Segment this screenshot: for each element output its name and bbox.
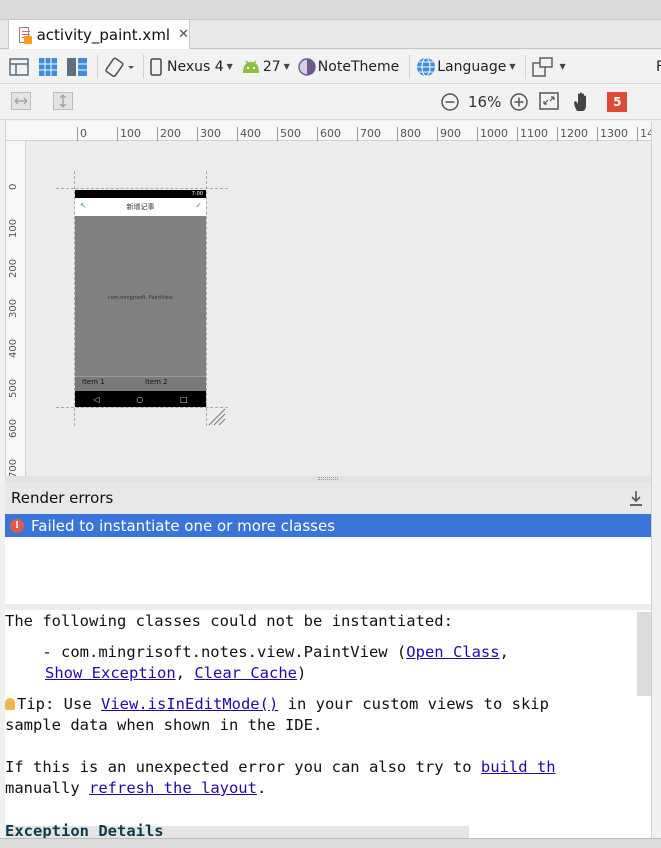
layout-toolbar: Nexus 4 ▼ 27 ▼ NoteTheme Language ▼ ▼ F xyxy=(0,50,661,84)
error-message: Failed to instantiate one or more classe… xyxy=(31,516,336,535)
design-and-blueprint-icon[interactable] xyxy=(66,56,88,78)
lightbulb-icon xyxy=(5,698,15,710)
layout-variants-icon xyxy=(532,56,554,77)
globe-icon xyxy=(417,57,436,76)
warnings-badge[interactable]: 5 xyxy=(607,92,628,112)
phone-icon xyxy=(150,57,162,76)
build-link[interactable]: build th xyxy=(481,758,556,776)
error-line-1: The following classes could not be insta… xyxy=(5,612,453,630)
device-title: 新增记事 xyxy=(126,203,155,211)
tab-close-icon[interactable]: ✕ xyxy=(178,27,189,42)
hint-line-1: If this is an unexpected error you can a… xyxy=(5,758,556,776)
zoom-in-icon[interactable] xyxy=(509,92,529,112)
hint-line-2: manually refresh the layout. xyxy=(5,779,267,797)
panel-header: Render errors xyxy=(5,482,651,514)
guide-line xyxy=(56,407,228,408)
download-icon[interactable] xyxy=(629,489,643,507)
tip-line-2: sample data when shown in the IDE. xyxy=(5,716,323,734)
show-exception-link[interactable]: Show Exception xyxy=(45,664,176,682)
nav-recent-icon: □ xyxy=(180,394,188,404)
zoom-toolbar: 16% 5 xyxy=(0,84,661,120)
device-app-bar: ↖ 新增记事 ✓ xyxy=(75,198,206,216)
splitter-grip xyxy=(318,477,338,480)
layout-variants-selector[interactable]: ▼ xyxy=(532,56,566,77)
device-preview[interactable]: 7:00 ↖ 新增记事 ✓ com.mingrisoft. PaintView … xyxy=(75,190,206,407)
theme-icon xyxy=(298,57,316,76)
overflow-label: F xyxy=(656,59,661,75)
bottom-edge-strip xyxy=(0,838,661,848)
xml-file-icon xyxy=(19,26,32,44)
language-selector[interactable]: Language ▼ xyxy=(416,57,515,77)
blueprint-icon[interactable] xyxy=(37,56,59,78)
error-item-selected[interactable]: ! Failed to instantiate one or more clas… xyxy=(5,514,651,537)
right-edge-strip xyxy=(651,121,661,838)
orientation-icon[interactable] xyxy=(104,56,134,78)
expand-vertical-icon[interactable] xyxy=(53,92,73,110)
check-icon: ✓ xyxy=(195,201,202,210)
nav-home-icon: ○ xyxy=(136,394,144,404)
device-bottom-menu: Item 1 Item 2 xyxy=(75,376,206,391)
window-top-strip xyxy=(0,0,661,20)
separator xyxy=(525,54,527,79)
resize-handle-icon[interactable] xyxy=(207,407,227,427)
separator xyxy=(97,54,98,79)
separator xyxy=(409,54,411,79)
separator xyxy=(143,54,144,79)
zoom-level: 16% xyxy=(468,93,502,111)
paint-view-placeholder: com.mingrisoft. PaintView xyxy=(107,295,174,301)
theme-selector[interactable]: NoteTheme xyxy=(298,57,399,76)
device-time: 7:00 xyxy=(191,191,203,197)
android-icon xyxy=(242,60,259,73)
panel-divider xyxy=(5,604,651,610)
nav-back-icon: ◁ xyxy=(93,394,100,404)
open-class-link[interactable]: Open Class xyxy=(406,643,499,661)
tip-line-1: Tip: Use View.isInEditMode() in your cus… xyxy=(5,695,549,713)
zoom-out-icon[interactable] xyxy=(440,92,460,112)
render-errors-panel: Render errors ! Failed to instantiate on… xyxy=(5,482,651,840)
api-level-selector[interactable]: 27 ▼ xyxy=(241,59,290,75)
menu-item-2: Item 2 xyxy=(145,378,168,386)
device-status-bar: 7:00 xyxy=(75,190,206,198)
expand-horizontal-icon[interactable] xyxy=(11,92,31,110)
guide-line xyxy=(206,171,207,426)
guide-line xyxy=(56,188,228,189)
error-line-2: - com.mingrisoft.notes.view.PaintView (O… xyxy=(5,643,509,661)
design-canvas[interactable]: 0 100 200 300 400 500 600 700 800 900 10… xyxy=(5,121,661,478)
is-in-edit-mode-link[interactable]: View.isInEditMode() xyxy=(101,695,278,713)
tab-label: activity_paint.xml xyxy=(36,25,171,44)
panel-scrollbar-thumb[interactable] xyxy=(637,612,651,696)
tab-activity-paint[interactable]: activity_paint.xml ✕ xyxy=(8,20,190,49)
horizontal-ruler: 0 100 200 300 400 500 600 700 800 900 10… xyxy=(6,121,661,141)
design-surface-icon[interactable] xyxy=(8,56,30,78)
editor-tab-bar: activity_paint.xml ✕ xyxy=(0,20,661,49)
zoom-to-fit-icon[interactable] xyxy=(539,92,561,112)
error-line-3: Show Exception, Clear Cache) xyxy=(45,664,307,682)
menu-item-1: Item 1 xyxy=(82,378,105,386)
error-icon: ! xyxy=(10,518,24,533)
refresh-layout-link[interactable]: refresh the layout xyxy=(89,779,257,797)
pan-hand-icon[interactable] xyxy=(571,91,593,113)
panel-title: Render errors xyxy=(11,489,114,507)
clear-cache-link[interactable]: Clear Cache xyxy=(194,664,297,682)
vertical-ruler: 0 100 200 300 400 500 600 700 xyxy=(6,141,26,478)
device-selector[interactable]: Nexus 4 ▼ xyxy=(150,57,233,76)
device-nav-bar: ◁ ○ □ xyxy=(75,391,206,407)
